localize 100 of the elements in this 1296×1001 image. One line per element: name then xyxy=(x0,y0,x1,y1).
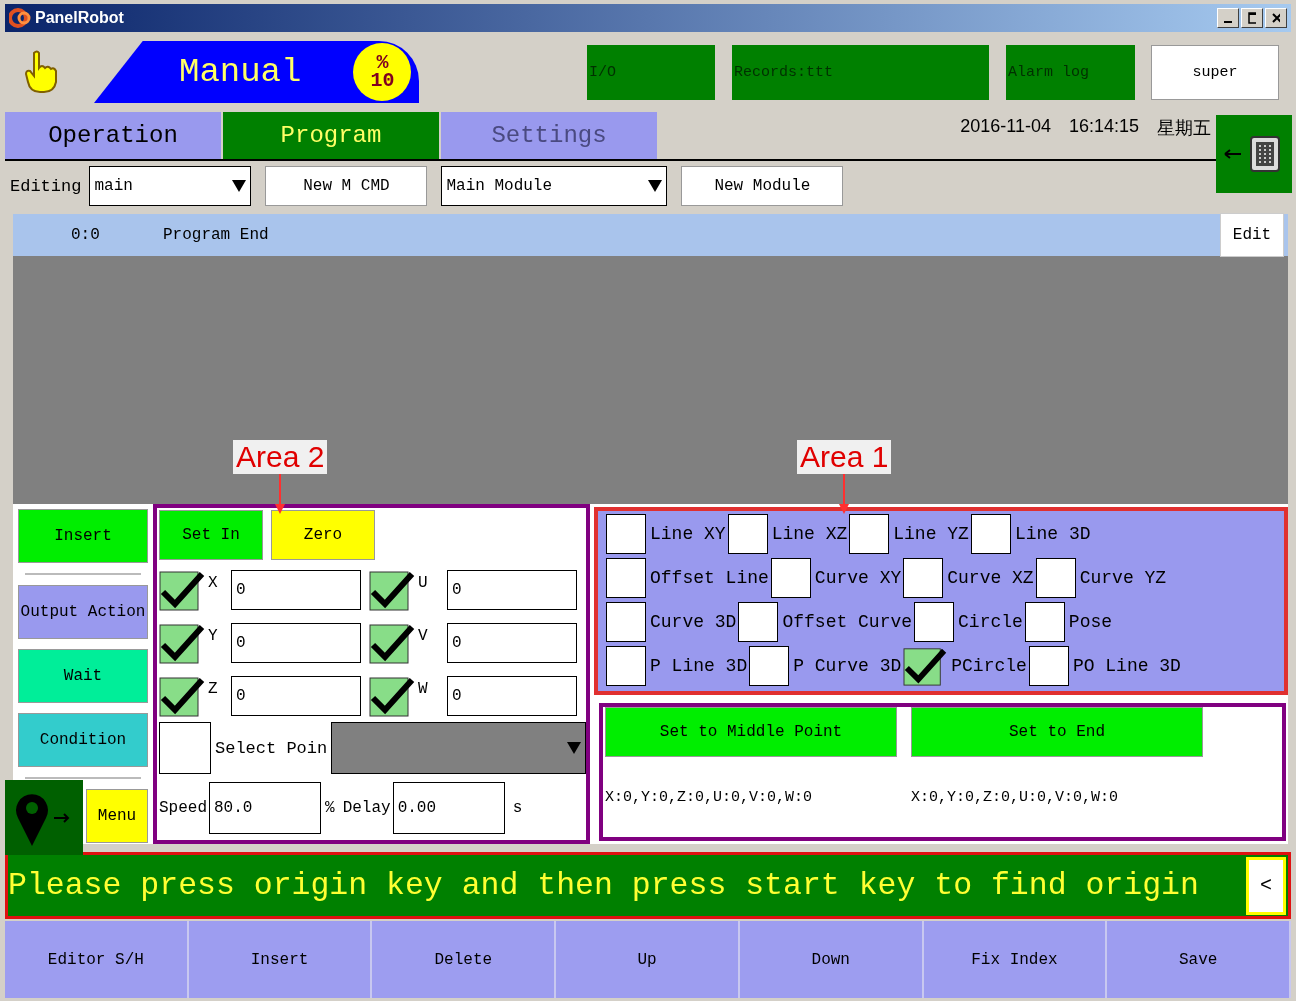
speed-input[interactable]: 80.0 xyxy=(209,782,321,834)
message-text: Please press origin key and then press start key to find origin xyxy=(8,868,1199,903)
toolbar-button[interactable]: Up xyxy=(556,921,740,998)
axis-input[interactable]: 0 xyxy=(231,570,361,610)
maximize-button[interactable] xyxy=(1241,8,1263,28)
dropdown-arrow-icon xyxy=(648,179,663,193)
point-dropdown[interactable] xyxy=(331,722,586,774)
speed-gauge: % 10 xyxy=(353,43,412,101)
checkbox[interactable] xyxy=(1024,601,1065,642)
tab[interactable]: Program xyxy=(223,112,439,159)
tab[interactable]: Operation xyxy=(5,112,221,159)
checkbox[interactable] xyxy=(606,513,646,554)
menu-button[interactable]: Menu xyxy=(86,789,148,843)
annotation-label: Area 2 xyxy=(233,440,328,474)
edit-button[interactable]: Edit xyxy=(1220,213,1284,257)
motion-label: Offset Line xyxy=(650,567,769,588)
collapse-button[interactable]: < xyxy=(1246,856,1286,915)
checkbox[interactable] xyxy=(159,674,205,718)
motion-label: Curve XY xyxy=(814,567,902,588)
checkbox[interactable] xyxy=(369,621,415,665)
motion-label: Line YZ xyxy=(893,523,969,544)
coordinates-label: X:0,Y:0,Z:0,U:0,V:0,W:0 xyxy=(911,789,1120,806)
checkbox[interactable] xyxy=(159,621,205,665)
toolbar-button[interactable]: Insert xyxy=(188,921,373,998)
set-point-button[interactable]: Set to End xyxy=(911,707,1203,757)
annotation-label: Area 1 xyxy=(797,440,892,474)
delay-input[interactable]: 0.00 xyxy=(392,782,505,834)
checkbox[interactable] xyxy=(159,568,205,612)
axis-label: V xyxy=(417,626,429,645)
module-dropdown[interactable]: Main Module xyxy=(441,166,668,206)
command-button[interactable]: Insert xyxy=(18,509,148,563)
set-point-button[interactable]: Set to Middle Point xyxy=(605,707,897,757)
checkbox[interactable] xyxy=(770,557,811,598)
select-point-label: Select Poin xyxy=(215,738,328,758)
axis-label: X xyxy=(207,573,219,592)
motion-label: Curve YZ xyxy=(1079,567,1167,588)
program-row[interactable]: 0:0 Program End Edit xyxy=(13,214,1288,256)
checkbox[interactable] xyxy=(903,557,944,598)
checkbox[interactable] xyxy=(738,601,779,642)
axis-input[interactable]: 0 xyxy=(231,676,361,716)
axis-input[interactable]: 0 xyxy=(447,570,577,610)
toolbar-button[interactable]: Editor S/H xyxy=(5,921,189,998)
maximize-icon xyxy=(1248,12,1256,24)
set-in-button[interactable]: Set In xyxy=(159,510,263,560)
dropdown-arrow-icon xyxy=(232,179,247,193)
checkbox[interactable] xyxy=(606,557,646,598)
user-button[interactable]: super xyxy=(1151,44,1279,100)
keyboard-button[interactable] xyxy=(1216,115,1292,193)
command-button[interactable]: Condition xyxy=(18,713,148,767)
axis-label: Z xyxy=(207,679,219,698)
speed-label: Speed xyxy=(159,799,207,817)
checkbox[interactable] xyxy=(606,601,646,642)
minimize-button[interactable] xyxy=(1217,8,1239,28)
new-cmd-button[interactable]: New M CMD xyxy=(265,166,428,206)
motion-label: Line XZ xyxy=(771,523,848,544)
checkbox[interactable] xyxy=(727,513,768,554)
checkbox[interactable] xyxy=(1035,557,1076,598)
command-button[interactable]: Wait xyxy=(18,649,148,703)
motion-label: P Curve 3D xyxy=(793,655,902,676)
checkbox[interactable] xyxy=(606,645,646,686)
toolbar-button[interactable]: Save xyxy=(1107,921,1292,998)
time-label: 16:14:15 xyxy=(1068,116,1139,138)
axis-label: W xyxy=(417,679,429,698)
motion-label: PCircle xyxy=(951,655,1027,676)
axis-label: Y xyxy=(207,626,219,645)
location-button[interactable] xyxy=(5,780,83,855)
program-dropdown[interactable]: main xyxy=(89,166,252,206)
checkbox[interactable] xyxy=(849,513,890,554)
new-module-button[interactable]: New Module xyxy=(681,166,844,206)
axis-input[interactable]: 0 xyxy=(447,623,577,663)
checkbox[interactable] xyxy=(970,513,1011,554)
command-button[interactable]: Output Action xyxy=(18,585,148,639)
motion-label: Pose xyxy=(1068,611,1113,632)
checkbox[interactable] xyxy=(914,601,955,642)
motion-label: P Line 3D xyxy=(650,655,748,676)
motion-label: PO Line 3D xyxy=(1072,655,1181,676)
checkbox[interactable] xyxy=(1028,645,1069,686)
date-label: 2016-11-04 xyxy=(960,116,1051,138)
dropdown-arrow-icon xyxy=(567,741,581,755)
delay-label: Delay xyxy=(342,799,391,817)
checkbox[interactable] xyxy=(159,722,211,774)
app-logo-icon xyxy=(9,8,31,28)
axis-input[interactable]: 0 xyxy=(447,676,577,716)
line-number: 0:0 xyxy=(70,226,101,244)
unit-label: % xyxy=(325,799,335,817)
toolbar-button[interactable]: Fix Index xyxy=(923,921,1108,998)
checkbox[interactable] xyxy=(369,674,415,718)
weekday-label: 星期五 xyxy=(1157,117,1211,140)
toolbar-button[interactable]: Delete xyxy=(372,921,557,998)
checkbox[interactable] xyxy=(369,568,415,612)
motion-label: Circle xyxy=(958,611,1023,632)
program-command: Program End xyxy=(163,226,269,244)
checkbox[interactable] xyxy=(749,645,790,686)
axis-input[interactable]: 0 xyxy=(231,623,361,663)
toolbar-button[interactable]: Down xyxy=(739,921,924,998)
close-button[interactable] xyxy=(1265,8,1287,28)
axis-label: U xyxy=(417,573,429,592)
close-icon xyxy=(1272,13,1280,23)
zero-button[interactable]: Zero xyxy=(271,510,375,560)
motion-label: Line XY xyxy=(650,523,726,544)
